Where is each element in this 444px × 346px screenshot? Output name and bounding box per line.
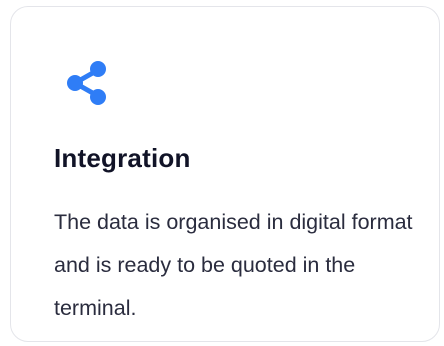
- feature-card: Integration The data is organised in dig…: [10, 6, 440, 342]
- card-title: Integration: [54, 143, 191, 173]
- card-description: The data is organised in digital format …: [54, 210, 413, 320]
- share-icon: [60, 57, 114, 111]
